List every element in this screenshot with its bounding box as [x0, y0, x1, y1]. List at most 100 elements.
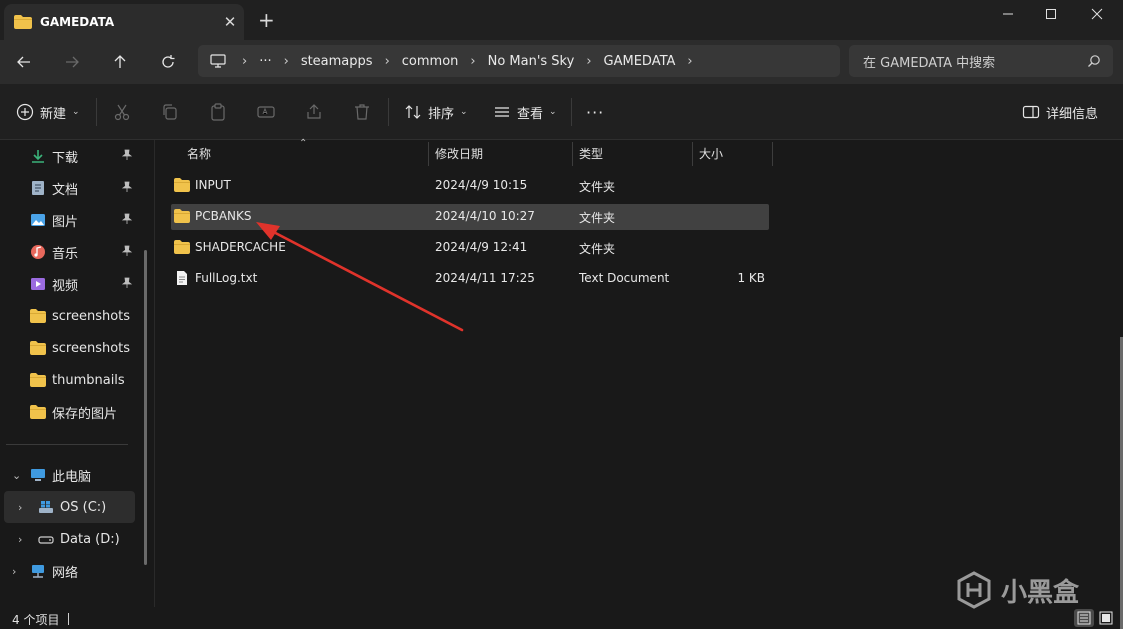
view-button[interactable]: 查看 ⌄	[493, 98, 557, 126]
tiles-view-icon	[1099, 611, 1113, 625]
rename-button[interactable]	[256, 102, 276, 122]
command-bar: 新建 ⌄ 排序 ⌄ 查看 ⌄ ··· 详细信息	[0, 84, 1123, 140]
copy-button[interactable]	[160, 102, 180, 122]
divider	[388, 98, 389, 126]
pin-icon[interactable]	[121, 245, 133, 260]
sidebar-item-label: 音乐	[52, 246, 79, 262]
chevron-down-icon[interactable]: ⌄	[12, 469, 21, 482]
chevron-right-icon: ›	[470, 53, 476, 69]
pin-icon[interactable]	[121, 213, 133, 228]
breadcrumb-gamedata[interactable]: GAMEDATA	[604, 54, 676, 69]
column-divider[interactable]	[428, 142, 429, 166]
folder-icon	[174, 240, 190, 254]
chevron-right-icon[interactable]: ›	[18, 501, 22, 514]
delete-button[interactable]	[352, 102, 372, 122]
chevron-right-icon[interactable]: ›	[687, 54, 692, 69]
sidebar-item-label: 保存的图片	[52, 406, 118, 422]
pin-icon[interactable]	[121, 149, 133, 164]
sidebar-item-label: 视频	[52, 278, 79, 294]
breadcrumb-no-mans-sky[interactable]: No Man's Sky	[488, 54, 575, 69]
details-pane-button[interactable]: 详细信息	[1022, 98, 1098, 126]
share-button[interactable]	[304, 102, 324, 122]
sidebar-item-folder[interactable]: 保存的图片	[0, 396, 148, 428]
item-count: 4 个项目	[12, 613, 60, 627]
chevron-down-icon: ⌄	[72, 107, 80, 117]
new-button[interactable]: 新建 ⌄	[16, 98, 80, 126]
chevron-right-icon[interactable]: ›	[12, 565, 16, 578]
refresh-button[interactable]	[153, 48, 183, 76]
tab-close-icon[interactable]: ✕	[216, 13, 244, 31]
column-divider[interactable]	[572, 142, 573, 166]
sidebar-item-video[interactable]: 视频	[0, 268, 148, 300]
sidebar-item-folder[interactable]: screenshots	[0, 332, 148, 364]
column-header-type[interactable]: 类型	[579, 140, 603, 166]
column-name-label: 名称	[187, 146, 212, 161]
paste-button[interactable]	[208, 102, 228, 122]
folder-icon	[30, 372, 46, 388]
more-options-button[interactable]: ···	[586, 98, 604, 126]
watermark: 小黑盒	[955, 571, 1079, 609]
tab-gamedata[interactable]: GAMEDATA ✕	[4, 4, 244, 40]
heybox-logo-icon	[957, 571, 991, 609]
folder-icon	[174, 209, 190, 223]
sidebar-item-label: 文档	[52, 182, 79, 198]
tiles-view-button[interactable]	[1096, 609, 1116, 627]
file-row[interactable]: FullLog.txt 2024/4/11 17:25 Text Documen…	[171, 266, 769, 292]
sidebar-item-music[interactable]: 音乐	[0, 236, 148, 268]
folder-icon	[14, 15, 32, 29]
file-modified: 2024/4/10 10:27	[435, 209, 535, 223]
sidebar-scrollbar[interactable]	[144, 250, 147, 565]
sidebar-item-network[interactable]: › 网络	[0, 555, 148, 587]
up-button[interactable]	[105, 48, 135, 76]
forward-button[interactable]	[57, 48, 87, 76]
sidebar-item-folder[interactable]: thumbnails	[0, 364, 148, 396]
sidebar-item-folder[interactable]: screenshots	[0, 300, 148, 332]
sidebar-item-this-pc[interactable]: ⌄ 此电脑	[0, 459, 148, 491]
status-bar: 4 个项目	[0, 607, 1123, 629]
sort-icon	[405, 105, 421, 119]
column-header-name[interactable]: 名称	[187, 140, 211, 166]
sidebar-item-drive-d[interactable]: › Data (D:)	[0, 523, 148, 555]
column-modified-label: 修改日期	[435, 146, 484, 161]
column-divider[interactable]	[692, 142, 693, 166]
file-name: SHADERCACHE	[195, 240, 286, 254]
file-row[interactable]: SHADERCACHE 2024/4/9 12:41 文件夹	[171, 235, 769, 261]
new-tab-button[interactable]: +	[258, 10, 275, 30]
windows-drive-icon	[38, 499, 54, 515]
sidebar-item-drive-c[interactable]: › OS (C:)	[4, 491, 135, 523]
file-size: 1 KB	[737, 271, 765, 285]
refresh-icon	[162, 55, 175, 68]
back-button[interactable]	[9, 48, 39, 76]
download-icon	[30, 148, 46, 164]
breadcrumb-steamapps[interactable]: steamapps	[301, 54, 373, 69]
sidebar-item-download[interactable]: 下载	[0, 140, 148, 172]
view-list-icon	[495, 107, 509, 117]
breadcrumb-common[interactable]: common	[402, 54, 459, 69]
file-row[interactable]: INPUT 2024/4/9 10:15 文件夹	[171, 173, 769, 199]
file-modified: 2024/4/9 10:15	[435, 178, 528, 192]
column-header-modified[interactable]: 修改日期	[435, 140, 483, 166]
file-list: 名称 ⌃ 修改日期 类型 大小 INPUT 2024/4/9 10:15 文件夹…	[156, 138, 1123, 607]
column-header-size[interactable]: 大小	[699, 140, 723, 166]
maximize-button[interactable]	[1028, 0, 1074, 28]
search-input[interactable]: 在 GAMEDATA 中搜索	[849, 45, 1113, 77]
minimize-button[interactable]	[985, 0, 1031, 28]
chevron-down-icon: ⌄	[460, 107, 468, 117]
sort-label: 排序	[428, 106, 455, 122]
cut-button[interactable]	[112, 102, 132, 122]
column-divider[interactable]	[772, 142, 773, 166]
search-icon	[1088, 55, 1100, 67]
close-window-button[interactable]	[1074, 0, 1120, 28]
sort-button[interactable]: 排序 ⌄	[404, 98, 468, 126]
sidebar-item-document[interactable]: 文档	[0, 172, 148, 204]
address-bar[interactable]: › ··· › steamapps › common › No Man's Sk…	[198, 45, 840, 77]
sidebar-item-pictures[interactable]: 图片	[0, 204, 148, 236]
pin-icon[interactable]	[121, 277, 133, 292]
details-view-button[interactable]	[1074, 609, 1094, 627]
breadcrumb-overflow[interactable]: ···	[259, 54, 271, 69]
tab-title: GAMEDATA	[40, 15, 115, 29]
file-row[interactable]: PCBANKS 2024/4/10 10:27 文件夹	[171, 204, 769, 230]
pin-icon[interactable]	[121, 181, 133, 196]
divider	[96, 98, 97, 126]
chevron-right-icon[interactable]: ›	[18, 533, 22, 546]
